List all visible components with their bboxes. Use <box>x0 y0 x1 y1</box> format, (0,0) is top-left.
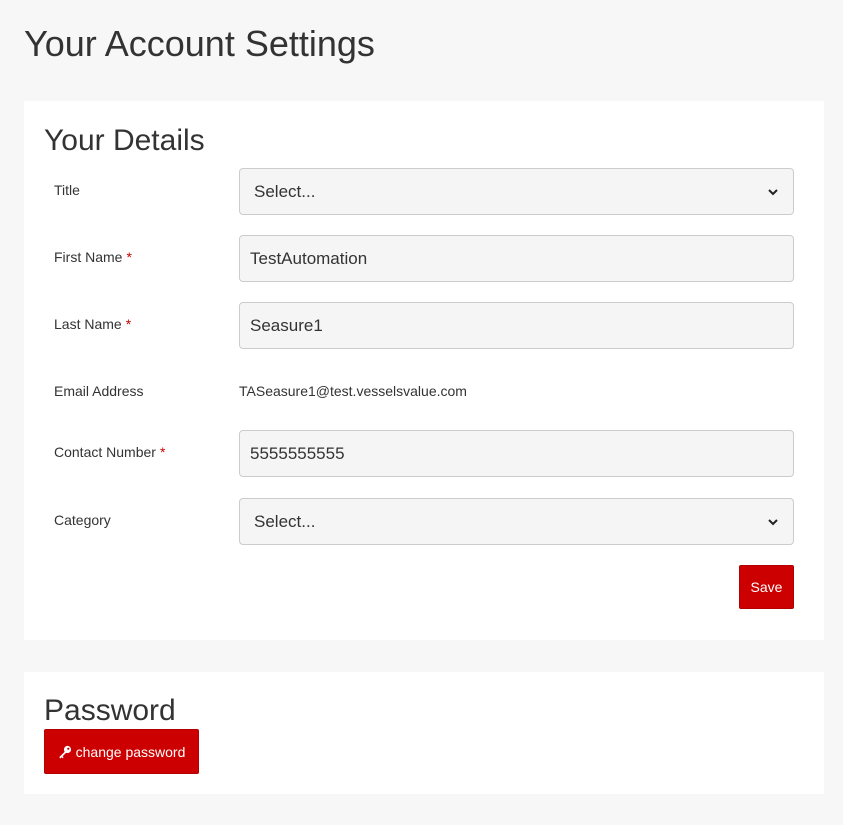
email-label-text: Email Address <box>54 383 144 399</box>
category-label-text: Category <box>54 512 111 528</box>
title-label: Title <box>54 181 80 199</box>
required-marker: * <box>125 316 132 332</box>
first-name-label-text: First Name <box>54 249 123 265</box>
last-name-input[interactable] <box>239 302 794 349</box>
title-label-text: Title <box>54 182 80 198</box>
email-value: TASeasure1@test.vesselsvalue.com <box>239 383 467 399</box>
save-button[interactable]: Save <box>739 565 794 609</box>
required-marker: * <box>126 249 132 265</box>
required-marker: * <box>159 444 166 460</box>
last-name-label: Last Name * <box>54 315 131 333</box>
change-password-button[interactable]: change password <box>44 729 199 774</box>
title-select[interactable]: Select... <box>239 168 794 215</box>
your-details-card: Your Details Title Select... First Name *… <box>24 101 824 640</box>
chevron-down-icon <box>767 516 779 528</box>
first-name-label: First Name * <box>54 248 132 266</box>
contact-number-input[interactable] <box>239 430 794 477</box>
category-select-value: Select... <box>254 511 316 531</box>
title-select-value: Select... <box>254 181 316 201</box>
change-password-label: change password <box>75 743 186 760</box>
key-icon <box>58 745 72 759</box>
last-name-label-text: Last Name <box>54 316 122 332</box>
first-name-input[interactable] <box>239 235 794 282</box>
category-select[interactable]: Select... <box>239 498 794 545</box>
your-details-heading: Your Details <box>44 124 205 157</box>
password-card: Password change password <box>24 672 824 794</box>
contact-number-label-text: Contact Number <box>54 444 156 460</box>
email-label: Email Address <box>54 382 143 400</box>
password-heading: Password <box>44 694 176 727</box>
page-title: Your Account Settings <box>24 23 375 64</box>
chevron-down-icon <box>767 186 779 198</box>
contact-number-label: Contact Number * <box>54 443 165 461</box>
category-label: Category <box>54 511 111 529</box>
